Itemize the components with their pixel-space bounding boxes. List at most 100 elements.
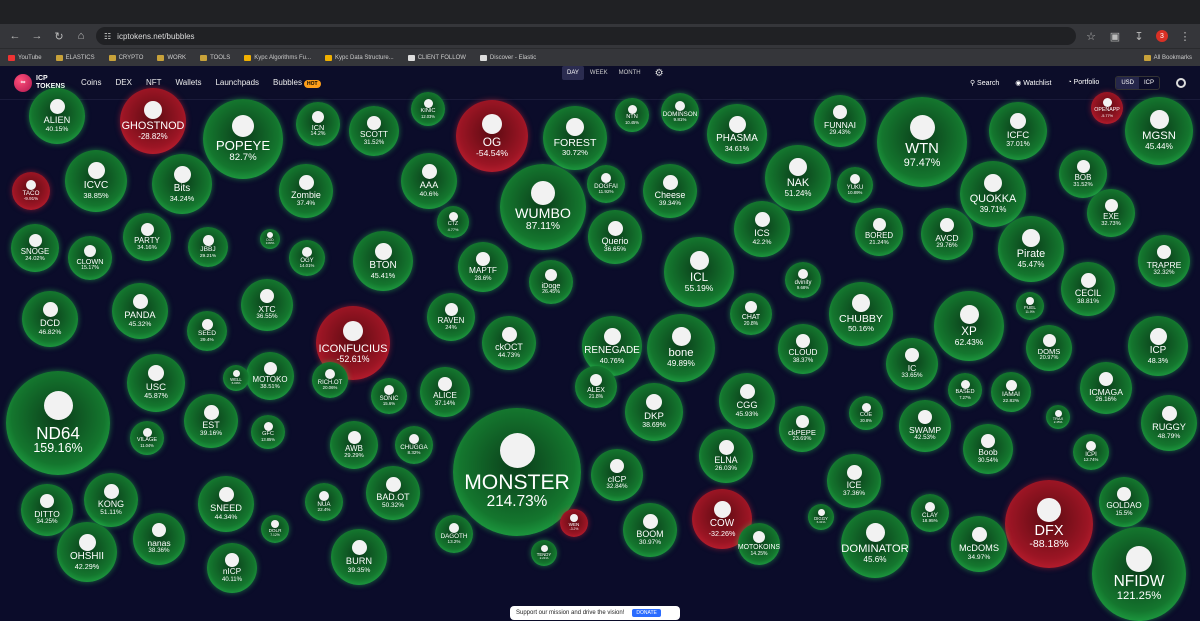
bubble-elna[interactable]: ELNA 26.03%	[699, 429, 753, 483]
bubble-ntn[interactable]: NTN 10.45%	[615, 98, 649, 132]
bubble-nd64[interactable]: ND64 159.16%	[6, 371, 110, 475]
bubble-icn[interactable]: ICN 14.2%	[296, 102, 340, 146]
bubble-ditto[interactable]: DITTO 34.25%	[21, 484, 73, 536]
profile-avatar[interactable]: 3	[1156, 30, 1168, 42]
bubble-boom[interactable]: BOOM 30.97%	[623, 503, 677, 557]
download-icon[interactable]: ↧	[1132, 29, 1146, 43]
bubble-xtc[interactable]: XTC 36.55%	[241, 279, 293, 331]
bubble-wtn[interactable]: WTN 97.47%	[877, 97, 967, 187]
bubble-ckpepe[interactable]: ckPEPE 23.69%	[779, 406, 825, 452]
bubble-snoge[interactable]: SNOGE 24.02%	[11, 224, 59, 272]
bubble-bton[interactable]: BTON 45.41%	[353, 231, 413, 291]
bubble-cheese[interactable]: Cheese 39.34%	[643, 164, 697, 218]
reload-icon[interactable]: ↻	[52, 29, 66, 43]
bubble-dod[interactable]: DOD 3.83%	[260, 229, 280, 249]
bubble-yuku[interactable]: YUKU 10.89%	[837, 167, 873, 203]
bubble-motokoins[interactable]: MOTOKOINS 14.25%	[738, 523, 780, 565]
bubble-raven[interactable]: RAVEN 24%	[427, 293, 475, 341]
bookmark-item[interactable]: Kypc Data Structure...	[324, 54, 394, 61]
period-day[interactable]: DAY	[562, 66, 584, 80]
bubble-wumbo[interactable]: WUMBO 87.11%	[500, 164, 586, 250]
bubble-icvc[interactable]: ICVC 38.85%	[65, 150, 127, 212]
bubble-kinic[interactable]: KINIC 12.03%	[411, 92, 445, 126]
bubble-cecil[interactable]: CECIL 38.81%	[1061, 262, 1115, 316]
bubble-bad-ot[interactable]: BAD.OT 50.32%	[366, 466, 420, 520]
bubble-awb[interactable]: AWB 29.29%	[330, 421, 378, 469]
bubble-icl[interactable]: ICL 55.19%	[664, 237, 734, 307]
bubble-cgg[interactable]: CGG 45.93%	[719, 373, 775, 429]
bubble-dkp[interactable]: DKP 38.69%	[625, 383, 683, 441]
bubble-chubby[interactable]: CHUBBY 50.16%	[829, 282, 893, 346]
bubble-alex[interactable]: ALEX 21.8%	[575, 366, 617, 408]
bubble-iamai[interactable]: IAMAI 22.82%	[991, 372, 1031, 412]
address-bar[interactable]: ☷ icptokens.net/bubbles	[96, 27, 1076, 45]
bubble-swamp[interactable]: SWAMP 42.53%	[899, 400, 951, 452]
bubble-dagoth[interactable]: DAGOTH 13.2%	[435, 515, 473, 553]
bubble-alice[interactable]: ALICE 37.14%	[420, 367, 470, 417]
bubble-scott[interactable]: SCOTT 31.52%	[349, 106, 399, 156]
bubble-dfx[interactable]: DFX -88.18%	[1005, 480, 1093, 568]
bubble-fuel[interactable]: FUEL 11.9%	[1016, 292, 1044, 320]
bubble-chugga[interactable]: CHUGGA 8.32%	[395, 426, 433, 464]
bubble-icp[interactable]: ICP 48.3%	[1128, 316, 1188, 376]
bookmark-star-icon[interactable]: ☆	[1084, 29, 1098, 43]
bubble-aaa[interactable]: AAA 40.6%	[401, 153, 457, 209]
bubble-clay[interactable]: CLAY 18.95%	[911, 494, 949, 532]
bubble-cloud[interactable]: CLOUD 38.37%	[778, 324, 828, 374]
bubble-maptf[interactable]: MAPTF 28.6%	[458, 242, 508, 292]
gear-icon[interactable]: ⚙	[655, 68, 664, 79]
bubble-icmaga[interactable]: ICMAGA 26.16%	[1080, 362, 1132, 414]
bubble-ice[interactable]: ICE 37.36%	[827, 454, 881, 508]
bubble-kong[interactable]: KONG 51.11%	[84, 473, 138, 527]
forward-icon[interactable]: →	[30, 29, 44, 43]
all-bookmarks[interactable]: All Bookmarks	[1143, 54, 1192, 61]
bubble-dominson[interactable]: DOMINSON 9.81%	[661, 93, 699, 131]
bubble-alien[interactable]: ALIEN 40.15%	[29, 88, 85, 144]
bubble-avcd[interactable]: AVCD 29.76%	[921, 208, 973, 260]
bubble-ogy[interactable]: OGY 14.01%	[289, 240, 325, 276]
back-icon[interactable]: ←	[8, 29, 22, 43]
bubble-trax[interactable]: TRAX 2.45%	[1046, 405, 1070, 429]
bubble-bone[interactable]: bone 49.89%	[647, 314, 715, 382]
bubble-wen[interactable]: WEN -3.2%	[560, 509, 588, 537]
bubble-og[interactable]: OG -54.54%	[456, 100, 528, 172]
bubble-querio[interactable]: Querio 36.65%	[588, 210, 642, 264]
bubble-exe[interactable]: EXE 32.73%	[1087, 189, 1135, 237]
bubble-xp[interactable]: XP 62.43%	[934, 291, 1004, 361]
bubble-icfc[interactable]: ICFC 37.01%	[989, 102, 1047, 160]
bookmark-item[interactable]: WORK	[157, 54, 186, 61]
bubble-ckoct[interactable]: ckOCT 44.73%	[482, 316, 536, 370]
bookmark-item[interactable]: ELASTICS	[55, 54, 95, 61]
bubble-based[interactable]: BASED 7.27%	[948, 373, 982, 407]
bookmark-item[interactable]: TOOLS	[200, 54, 230, 61]
bubble-popeye[interactable]: POPEYE 82.7%	[203, 99, 283, 179]
bubble-pirate[interactable]: Pirate 45.47%	[998, 216, 1064, 282]
bubble-ctz[interactable]: CTZ 4.77%	[437, 206, 469, 238]
bubble-coe[interactable]: COE 20.8%	[849, 396, 883, 430]
bubble-nicp[interactable]: nICP 40.11%	[207, 543, 257, 593]
bubble-gfc[interactable]: GFC 13.85%	[251, 415, 285, 449]
bubble-tendy[interactable]: TENDY 2.21%	[531, 540, 557, 566]
bubble-ohshii[interactable]: OHSHII 42.29%	[57, 522, 117, 582]
bubble-nak[interactable]: NAK 51.24%	[765, 145, 831, 211]
bubble-nfidw[interactable]: NFIDW 121.25%	[1092, 527, 1186, 621]
bubble-quokka[interactable]: QUOKKA 39.71%	[960, 161, 1026, 227]
bookmark-item[interactable]: YouTube	[8, 54, 42, 61]
bubble-dcd[interactable]: DCD 46.82%	[22, 291, 78, 347]
bubble-dominator[interactable]: DOMINATOR 45.6%	[841, 510, 909, 578]
bubble-ruggy[interactable]: RUGGY 48.79%	[1141, 395, 1197, 451]
bookmark-item[interactable]: CLIENT FOLLOW	[407, 54, 466, 61]
bubble-dvinity[interactable]: dvinity 9.68%	[785, 262, 821, 298]
bubble-trapre[interactable]: TRAPRE 32.32%	[1138, 235, 1190, 287]
bubble-idoge[interactable]: iDoge 26.45%	[529, 260, 573, 304]
home-icon[interactable]: ⌂	[74, 29, 88, 43]
bubble-seed[interactable]: SEED 29.4%	[187, 311, 227, 351]
bubble-openapp[interactable]: OPENAPP -5.77%	[1091, 92, 1123, 124]
bubble-icpi[interactable]: ICPI 12.74%	[1073, 434, 1109, 470]
bubble-ic[interactable]: IC 33.65%	[886, 338, 938, 390]
bubble-sneed[interactable]: SNEED 44.34%	[198, 476, 254, 532]
bubble-zombie[interactable]: Zombie 37.4%	[279, 164, 333, 218]
bubble-mgsn[interactable]: MGSN 45.44%	[1125, 97, 1193, 165]
period-week[interactable]: WEEK	[585, 66, 613, 80]
bubble-forest[interactable]: FOREST 30.72%	[543, 106, 607, 170]
